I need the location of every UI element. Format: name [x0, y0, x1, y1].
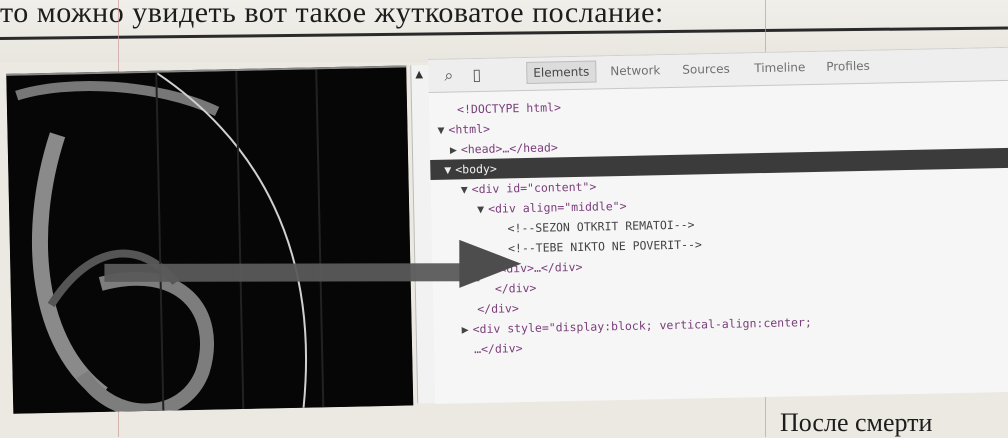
dom-node[interactable]: ▼<div id="content">: [461, 177, 597, 200]
devtools-toolbar: ⌕ ▯ Elements Network Sources Timeline Pr…: [428, 48, 1008, 93]
screenshot-photo: ▲ ⌕ ▯ Elements Network Sources Timeline …: [0, 41, 1008, 412]
scroll-up-icon[interactable]: ▲: [415, 69, 423, 80]
book-text-top: то можно увидеть вот такое жутковатое по…: [0, 0, 664, 30]
dom-node[interactable]: ▶<head>…</head>: [450, 137, 558, 159]
devtools-panel: ⌕ ▯ Elements Network Sources Timeline Pr…: [428, 47, 1008, 404]
mobile-device-icon[interactable]: ▯: [472, 65, 481, 84]
expand-icon[interactable]: ▶: [462, 322, 469, 336]
browser-page-image: [6, 65, 413, 413]
tab-profiles[interactable]: Profiles: [826, 59, 870, 74]
expand-icon[interactable]: ▶: [450, 142, 457, 156]
tab-timeline[interactable]: Timeline: [754, 60, 805, 75]
tab-network[interactable]: Network: [610, 63, 660, 78]
dom-node[interactable]: …</div>: [474, 338, 523, 359]
arrow-head-icon: [459, 240, 521, 288]
dom-node[interactable]: <!DOCTYPE html>: [453, 97, 561, 119]
tab-sources[interactable]: Sources: [682, 62, 730, 77]
dom-node[interactable]: </div>: [477, 298, 519, 319]
book-text-bottom: После смерти: [780, 408, 932, 438]
expand-icon[interactable]: ▼: [437, 123, 444, 137]
dom-node[interactable]: ▼<html>: [437, 119, 490, 140]
tab-elements[interactable]: Elements: [526, 61, 596, 84]
pointer-arrow: [104, 263, 479, 282]
magnifier-icon[interactable]: ⌕: [444, 66, 453, 86]
expand-icon[interactable]: ▼: [444, 163, 451, 177]
expand-icon[interactable]: ▼: [461, 182, 468, 196]
dom-comment[interactable]: <!--TEBE NIKTO NE POVERIT-->: [508, 234, 702, 258]
expand-icon[interactable]: ▼: [477, 202, 484, 216]
dark-page-graphic: [6, 67, 413, 413]
